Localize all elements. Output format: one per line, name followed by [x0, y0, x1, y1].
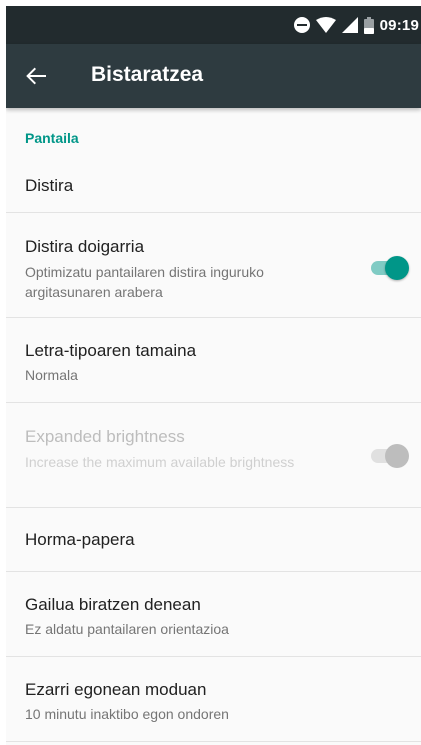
setting-summary: Normala [25, 367, 78, 383]
expanded-brightness-toggle [369, 444, 409, 468]
screen: 09:19 Bistaratzea Pantaila Distira Disti… [6, 6, 421, 745]
setting-adaptive-brightness[interactable]: Distira doigarria Optimizatu pantailaren… [6, 213, 421, 318]
setting-title: Expanded brightness [25, 427, 185, 446]
battery-icon [363, 16, 374, 34]
back-button[interactable] [20, 60, 52, 92]
setting-auto-rotate[interactable]: Gailua biratzen denean Ez aldatu pantail… [6, 572, 421, 657]
status-time: 09:19 [379, 16, 419, 34]
status-bar: 09:19 [6, 6, 421, 44]
setting-title: Ezarri egonean moduan [25, 680, 207, 699]
setting-expanded-brightness: Expanded brightness Increase the maximum… [6, 403, 421, 508]
setting-title: Horma-papera [25, 530, 135, 549]
setting-title: Distira doigarria [25, 237, 145, 256]
arrow-back-icon [26, 67, 46, 85]
wifi-icon [315, 17, 336, 33]
do-not-disturb-icon [293, 17, 310, 33]
setting-font-size[interactable]: Letra-tipoaren tamaina Normala [6, 318, 421, 403]
setting-summary: Increase the maximum available brightnes… [25, 454, 295, 470]
section-header: Pantaila [25, 130, 79, 146]
app-bar: Bistaratzea [6, 44, 421, 108]
page-title: Bistaratzea [91, 63, 204, 86]
adaptive-brightness-toggle[interactable] [369, 256, 409, 280]
setting-summary: Optimizatu pantailaren distira inguruko … [25, 264, 264, 300]
setting-sleep[interactable]: Ezarri egonean moduan 10 minutu inaktibo… [6, 657, 421, 742]
setting-brightness[interactable]: Distira [6, 158, 421, 213]
signal-icon [341, 17, 358, 33]
status-icons: 09:19 [293, 6, 421, 44]
toggle-thumb [385, 256, 409, 280]
toggle-thumb [385, 444, 409, 468]
setting-title: Distira [25, 176, 74, 195]
setting-summary: 10 minutu inaktibo egon ondoren [25, 706, 229, 722]
setting-title: Gailua biratzen denean [25, 595, 201, 614]
setting-wallpaper[interactable]: Horma-papera [6, 508, 421, 572]
setting-title: Letra-tipoaren tamaina [25, 341, 197, 360]
setting-summary: Ez aldatu pantailaren orientazioa [25, 621, 229, 637]
